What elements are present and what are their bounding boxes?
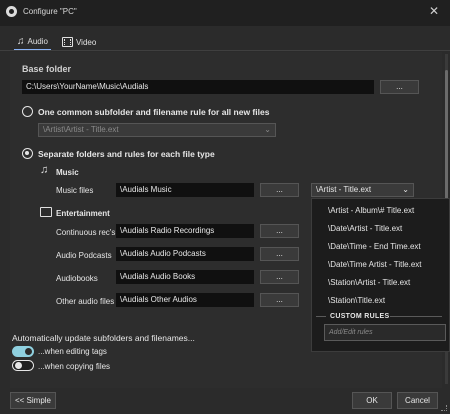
tab-video[interactable]: Video xyxy=(59,33,99,51)
ok-button[interactable]: OK xyxy=(352,392,392,409)
music-note-icon: ♫ xyxy=(17,35,25,47)
common-rule-value: \Artist\Artist - Title.ext xyxy=(43,125,119,134)
audiobooks-field[interactable]: \Audials Audio Books xyxy=(116,270,254,284)
audiobooks-label: Audiobooks xyxy=(56,274,98,283)
music-files-browse-button[interactable]: ... xyxy=(260,183,299,197)
resize-grip-icon[interactable] xyxy=(441,405,447,411)
audio-podcasts-browse-button[interactable]: ... xyxy=(260,247,299,261)
continuous-recs-field[interactable]: \Audials Radio Recordings xyxy=(116,224,254,238)
editing-tags-toggle[interactable] xyxy=(12,346,34,357)
chevron-down-icon: ⌄ xyxy=(264,125,271,134)
other-audio-label: Other audio files xyxy=(56,297,115,306)
dropdown-option[interactable]: \Date\Time - End Time.ext xyxy=(328,242,421,251)
other-audio-field[interactable]: \Audials Other Audios xyxy=(116,293,254,307)
tab-video-label: Video xyxy=(75,37,97,47)
separate-rules-radio[interactable] xyxy=(22,148,33,159)
dropdown-option[interactable]: \Artist - Album\# Title.ext xyxy=(328,206,414,215)
custom-rules-heading: CUSTOM RULES xyxy=(330,313,390,320)
copying-files-label: ...when copying files xyxy=(38,362,111,371)
dropdown-option[interactable]: \Date\Artist - Title.ext xyxy=(328,224,402,233)
tab-audio-label: Audio xyxy=(27,36,48,46)
editing-tags-label: ...when editing tags xyxy=(38,347,107,356)
entertainment-heading: Entertainment xyxy=(56,209,110,218)
music-rule-value: \Artist - Title.ext xyxy=(316,185,372,194)
app-logo-icon xyxy=(6,6,17,17)
audiobooks-browse-button[interactable]: ... xyxy=(260,270,299,284)
music-files-field[interactable]: \Audials Music xyxy=(116,183,254,197)
close-button[interactable]: ✕ xyxy=(426,3,442,19)
common-rule-label: One common subfolder and filename rule f… xyxy=(38,107,270,117)
base-folder-field[interactable]: C:\Users\YourName\Music\Audials xyxy=(22,80,374,94)
audio-podcasts-field[interactable]: \Audials Audio Podcasts xyxy=(116,247,254,261)
copying-files-toggle[interactable] xyxy=(12,360,34,371)
continuous-recs-label: Continuous rec's xyxy=(56,228,116,237)
common-rule-select: \Artist\Artist - Title.ext ⌄ xyxy=(38,123,276,137)
tab-bar: ♫ Audio Video xyxy=(14,33,99,51)
title-bar: Configure "PC" ✕ xyxy=(0,0,450,26)
tab-divider xyxy=(0,50,450,51)
separate-rules-label: Separate folders and rules for each file… xyxy=(38,149,215,159)
chevron-down-icon: ⌄ xyxy=(402,185,409,194)
cancel-button[interactable]: Cancel xyxy=(397,392,438,409)
base-folder-heading: Base folder xyxy=(22,64,72,74)
common-rule-radio[interactable] xyxy=(22,106,33,117)
music-heading: Music xyxy=(56,168,79,177)
custom-rules-divider-left xyxy=(316,316,326,317)
base-folder-browse-button[interactable]: ... xyxy=(380,80,419,94)
custom-rules-divider-right xyxy=(390,316,442,317)
add-edit-rules-input[interactable]: Add/Edit rules xyxy=(324,324,446,341)
window-title: Configure "PC" xyxy=(23,7,77,16)
music-note-icon: ♫ xyxy=(40,164,49,176)
simple-mode-button[interactable]: << Simple xyxy=(10,392,56,409)
film-icon xyxy=(40,207,52,217)
auto-update-heading: Automatically update subfolders and file… xyxy=(12,333,195,343)
dropdown-option[interactable]: \Station\Artist - Title.ext xyxy=(328,278,410,287)
audio-podcasts-label: Audio Podcasts xyxy=(56,251,112,260)
dropdown-option[interactable]: \Station\Title.ext xyxy=(328,296,385,305)
tab-audio[interactable]: ♫ Audio xyxy=(14,33,51,51)
film-icon xyxy=(61,37,73,47)
other-audio-browse-button[interactable]: ... xyxy=(260,293,299,307)
dropdown-option[interactable]: \Date\Time Artist - Title.ext xyxy=(328,260,422,269)
music-files-label: Music files xyxy=(56,186,94,195)
continuous-recs-browse-button[interactable]: ... xyxy=(260,224,299,238)
music-rule-select[interactable]: \Artist - Title.ext ⌄ xyxy=(311,183,414,197)
